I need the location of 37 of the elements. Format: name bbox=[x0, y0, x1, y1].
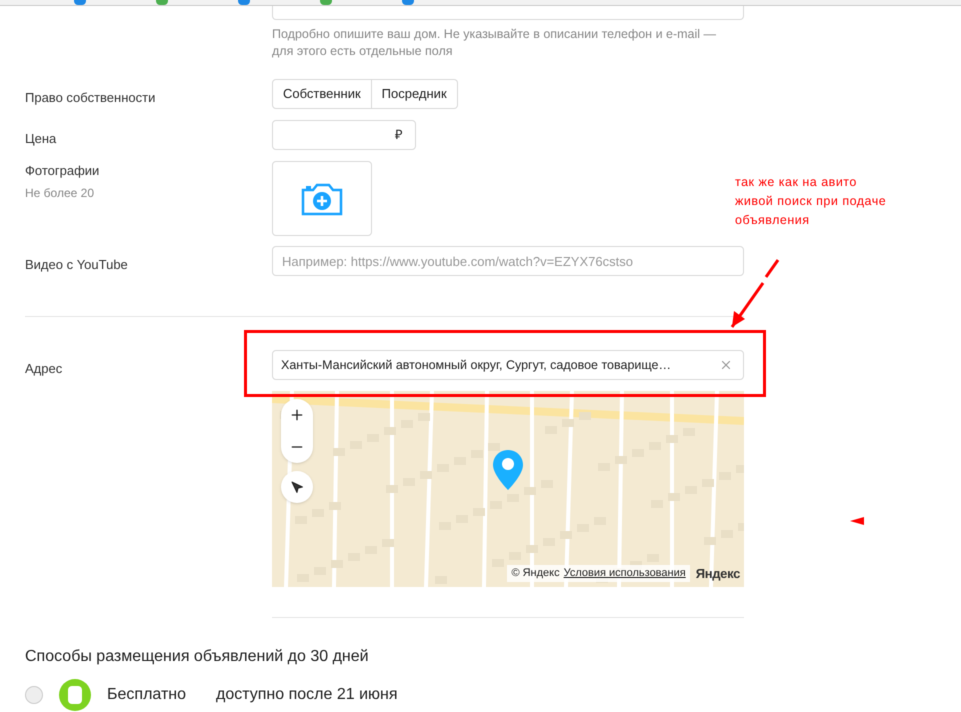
clear-icon[interactable] bbox=[719, 358, 733, 372]
triangle-mark bbox=[850, 517, 864, 525]
ownership-option[interactable]: Посредник bbox=[372, 79, 458, 109]
section-title: Способы размещения объявлений до 30 дней bbox=[25, 647, 370, 667]
map-pin-icon bbox=[492, 449, 524, 491]
option-name: Бесплатно bbox=[107, 685, 186, 705]
address-field[interactable]: Ханты-Мансийский автономный округ, Сургут, садовое товарище… bbox=[272, 350, 744, 380]
field-label: Фотографии bbox=[25, 162, 100, 180]
map-view[interactable]: © Яндекс Условия использования Яндекс bbox=[272, 391, 744, 587]
add-photo-button[interactable] bbox=[272, 161, 372, 236]
description-field[interactable] bbox=[272, 6, 744, 20]
price-field[interactable]: ₽ bbox=[272, 120, 416, 150]
field-label: Адрес bbox=[25, 361, 62, 376]
field-label: Видео с YouTube bbox=[25, 257, 128, 272]
currency-sign: ₽ bbox=[395, 126, 403, 144]
bookmark-icon[interactable] bbox=[74, 0, 86, 5]
locate-button[interactable] bbox=[281, 471, 313, 503]
radio-button[interactable] bbox=[25, 686, 43, 704]
bookmark-icon[interactable] bbox=[320, 0, 332, 5]
description-hint: Подробно опишите ваш дом. Не указывайте в описании телефон и e-mail — для этого есть отдельные поля bbox=[272, 26, 718, 60]
annotation-note: так же как на авито живой поиск при подаче объявления bbox=[735, 174, 886, 229]
address-value: Ханты-Мансийский автономный округ, Сургут, садовое товарище… bbox=[281, 356, 671, 374]
map-logo: Яндекс bbox=[696, 564, 740, 583]
video-url-field[interactable]: Например: https://www.youtube.com/watch?v=EZYX76cstso bbox=[272, 246, 744, 276]
photo-limit-note: Не более 20 bbox=[25, 184, 95, 202]
option-note: доступно после 21 июня bbox=[216, 685, 398, 705]
terms-link[interactable]: Условия использования bbox=[564, 565, 686, 582]
bookmark-icon[interactable] bbox=[402, 0, 414, 5]
copyright-text: © Яндекс bbox=[511, 566, 560, 581]
location-arrow-icon bbox=[290, 480, 304, 494]
field-label: Право собственности bbox=[25, 90, 156, 105]
field-label: Цена bbox=[25, 131, 56, 146]
bookmark-icon[interactable] bbox=[156, 0, 168, 5]
bookmark-icon[interactable] bbox=[238, 0, 250, 5]
zoom-in-icon[interactable] bbox=[289, 407, 305, 423]
ownership-option[interactable]: Собственник bbox=[272, 79, 372, 109]
camera-plus-icon bbox=[301, 182, 343, 216]
